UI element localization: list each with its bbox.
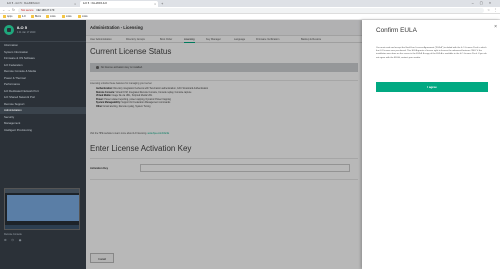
sidebar-header: iLO 5 1.11 Jan 17 2020 [0,20,86,42]
sidebar-subtitle: 1.11 Jan 17 2020 [17,31,36,34]
url-input[interactable]: Not secure 192.168.27.179 [18,8,484,13]
agree-button[interactable]: I agree [376,82,488,92]
console-action-icons[interactable]: ⚙ ⏻ ◉ [4,238,23,242]
browser-tab-bar: iLO 5 - iLO 5 : XLLZ0F6-ILO × iLO 5 : XL… [0,0,500,7]
forward-icon[interactable]: → [7,8,11,13]
security-warning-label: Not secure [21,9,34,12]
modal-backdrop[interactable] [86,20,362,269]
sidebar: iLO 5 1.11 Jan 17 2020 Information Syste… [0,20,86,269]
back-icon[interactable]: ← [2,8,6,13]
star-icon[interactable]: ☆ [487,8,490,13]
tab-label: iLO 5 - iLO 5 : XLLZ0F6-ILO [7,2,40,5]
address-bar: ← → ↻ Not secure 192.168.27.179 ☆ ⋮ [0,7,500,14]
apps-icon [3,15,6,18]
window-controls[interactable]: –▢× [472,0,497,6]
sidebar-item-provisioning[interactable]: Intelligent Provisioning [0,127,86,134]
folder-icon [62,15,65,18]
thumbnail-caption: Remote Console [4,233,22,236]
folder-icon [46,15,49,18]
folder-icon [18,15,21,18]
reload-icon[interactable]: ↻ [12,8,15,13]
close-icon[interactable]: × [494,24,497,30]
eula-text: You must read and accept the End-User Li… [376,47,487,59]
folder-icon [78,15,81,18]
eula-dialog: Confirm EULA × You must read and accept … [362,20,500,269]
tab-label: iLO 5 : XLLZ0F6-ILO [83,2,108,5]
menu-icon[interactable]: ⋮ [494,8,498,13]
new-tab-icon[interactable]: + [161,1,163,6]
remote-console-thumbnail[interactable] [4,188,80,230]
dialog-title: Confirm EULA [376,27,417,34]
url-text: 192.168.27.179 [36,9,55,12]
ilo-logo-icon [4,25,14,35]
folder-icon [31,15,34,18]
sidebar-title: iLO 5 [17,25,28,30]
